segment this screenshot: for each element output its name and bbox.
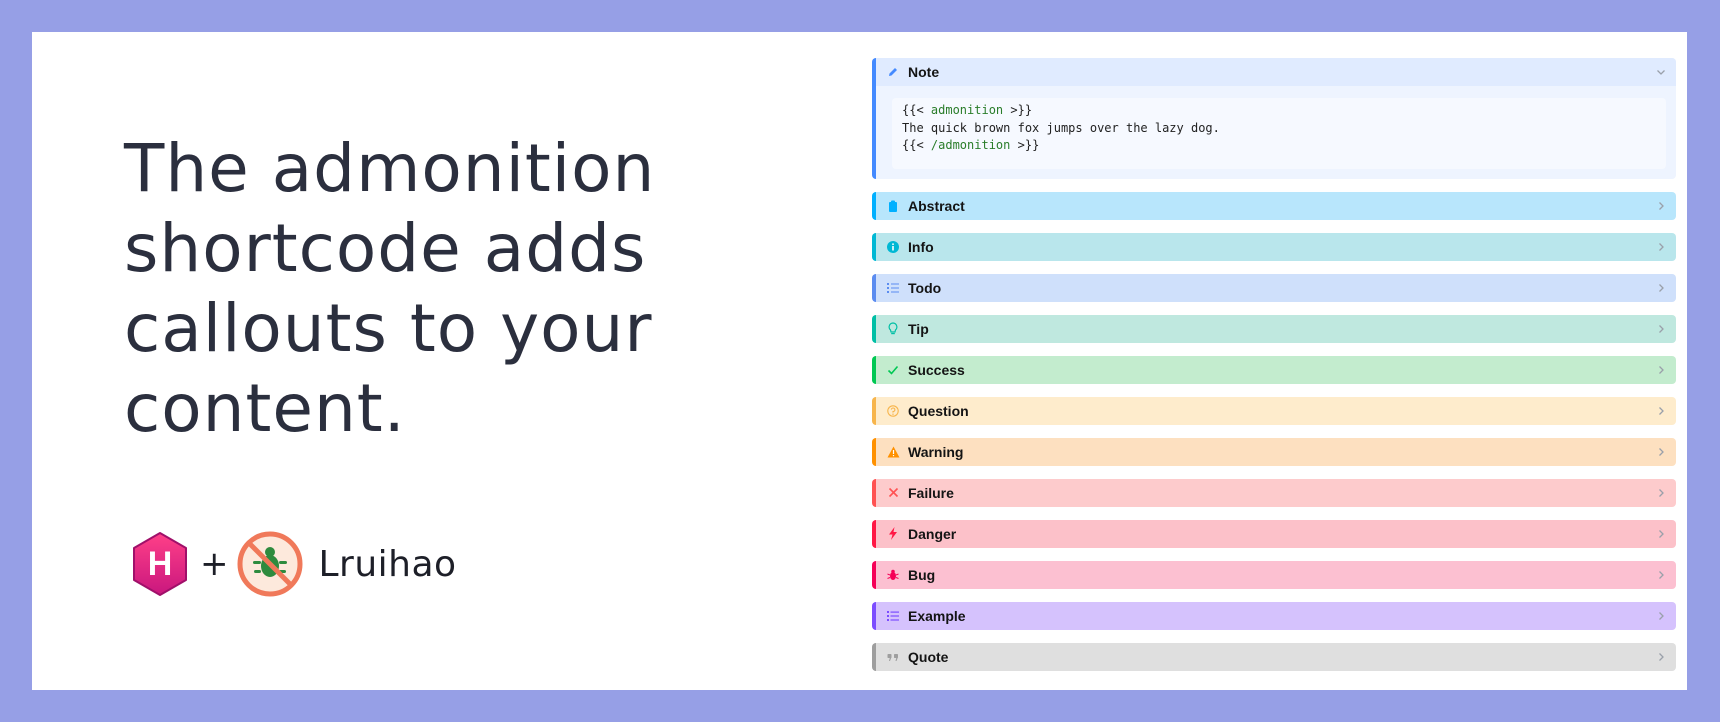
admonition-success: Success	[872, 355, 1676, 384]
admonition-label: Warning	[908, 443, 964, 460]
admonition-quote: Quote	[872, 642, 1676, 671]
admonition-label: Tip	[908, 320, 929, 337]
code-token: {{<	[902, 138, 931, 152]
admonition-failure: Failure	[872, 478, 1676, 507]
admonition-warning-title[interactable]: Warning	[876, 438, 1676, 466]
admonition-success-title[interactable]: Success	[876, 356, 1676, 384]
admonition-abstract: Abstract	[872, 191, 1676, 220]
lightning-icon	[886, 527, 900, 541]
chevron-down-icon[interactable]	[1654, 65, 1668, 79]
code-line-3: {{< /admonition >}}	[902, 137, 1656, 155]
code-keyword: admonition	[930, 103, 1004, 117]
bug-icon	[886, 568, 900, 582]
admonition-label: Danger	[908, 525, 957, 542]
plus-sign: +	[200, 544, 229, 584]
admonition-note-title[interactable]: Note	[876, 58, 1676, 86]
admonition-question-title[interactable]: Question	[876, 397, 1676, 425]
list-icon	[886, 609, 900, 623]
admonition-note: Note {{< admonition >}} The quick brown fo…	[872, 58, 1676, 179]
admonition-question: Question	[872, 396, 1676, 425]
brand-name: Lruihao	[318, 543, 457, 585]
question-icon	[886, 404, 900, 418]
admonition-todo-title[interactable]: Todo	[876, 274, 1676, 302]
checklist-icon	[886, 281, 900, 295]
admonition-label: Quote	[908, 648, 949, 665]
admonition-bug-title[interactable]: Bug	[876, 561, 1676, 589]
clipboard-icon	[886, 199, 900, 213]
lightbulb-icon	[886, 322, 900, 336]
admonition-info: Info	[872, 232, 1676, 261]
code-keyword: /admonition	[930, 138, 1011, 152]
theme-logo-icon	[237, 531, 302, 597]
admonition-note-body: {{< admonition >}} The quick brown fox ju…	[876, 86, 1676, 179]
code-line-2: The quick brown fox jumps over the lazy …	[902, 120, 1220, 135]
card: The admonition shortcode adds callouts t…	[32, 32, 1687, 690]
admonition-todo: Todo	[872, 273, 1676, 302]
admonition-bug: Bug	[872, 560, 1676, 589]
admonition-failure-title[interactable]: Failure	[876, 479, 1676, 507]
x-icon	[886, 486, 900, 500]
chevron-right-icon[interactable]	[1654, 281, 1668, 295]
check-icon	[886, 363, 900, 377]
admonition-label: Info	[908, 238, 934, 255]
admonition-label: Example	[908, 607, 966, 624]
headline: The admonition shortcode adds callouts t…	[124, 130, 656, 447]
warning-icon	[886, 445, 900, 459]
admonition-list: Note {{< admonition >}} The quick brown fo…	[872, 58, 1676, 684]
admonition-example: Example	[872, 601, 1676, 630]
code-line-1: {{< admonition >}}	[902, 102, 1656, 120]
admonition-quote-title[interactable]: Quote	[876, 643, 1676, 671]
code-token: >}}	[1003, 103, 1033, 117]
admonition-label: Question	[908, 402, 969, 419]
admonition-warning: Warning	[872, 437, 1676, 466]
chevron-right-icon[interactable]	[1654, 445, 1668, 459]
admonition-label: Note	[908, 64, 940, 80]
code-token: >}}	[1010, 138, 1040, 152]
chevron-right-icon[interactable]	[1654, 568, 1668, 582]
admonition-abstract-title[interactable]: Abstract	[876, 192, 1676, 220]
quote-icon	[886, 650, 900, 664]
admonition-tip: Tip	[872, 314, 1676, 343]
chevron-right-icon[interactable]	[1654, 609, 1668, 623]
admonition-tip-title[interactable]: Tip	[876, 315, 1676, 343]
chevron-right-icon[interactable]	[1654, 650, 1668, 664]
admonition-danger: Danger	[872, 519, 1676, 548]
svg-text:H: H	[148, 545, 173, 583]
admonition-label: Bug	[908, 566, 936, 583]
chevron-right-icon[interactable]	[1654, 322, 1668, 336]
chevron-right-icon[interactable]	[1654, 404, 1668, 418]
admonition-danger-title[interactable]: Danger	[876, 520, 1676, 548]
admonition-label: Abstract	[908, 197, 965, 214]
pencil-icon	[886, 65, 900, 79]
chevron-right-icon[interactable]	[1654, 527, 1668, 541]
chevron-right-icon[interactable]	[1654, 486, 1668, 500]
admonition-label: Failure	[908, 484, 954, 501]
hugo-logo-icon: H	[133, 532, 187, 596]
admonition-info-title[interactable]: Info	[876, 233, 1676, 261]
chevron-right-icon[interactable]	[1654, 199, 1668, 213]
info-icon	[886, 240, 900, 254]
chevron-right-icon[interactable]	[1654, 363, 1668, 377]
chevron-right-icon[interactable]	[1654, 240, 1668, 254]
code-block: {{< admonition >}} The quick brown fox ju…	[892, 98, 1666, 169]
code-token: {{<	[902, 103, 931, 117]
admonition-example-title[interactable]: Example	[876, 602, 1676, 630]
admonition-label: Success	[908, 361, 965, 378]
admonition-label: Todo	[908, 279, 942, 296]
brand-row: H + Lruihao	[130, 530, 457, 598]
